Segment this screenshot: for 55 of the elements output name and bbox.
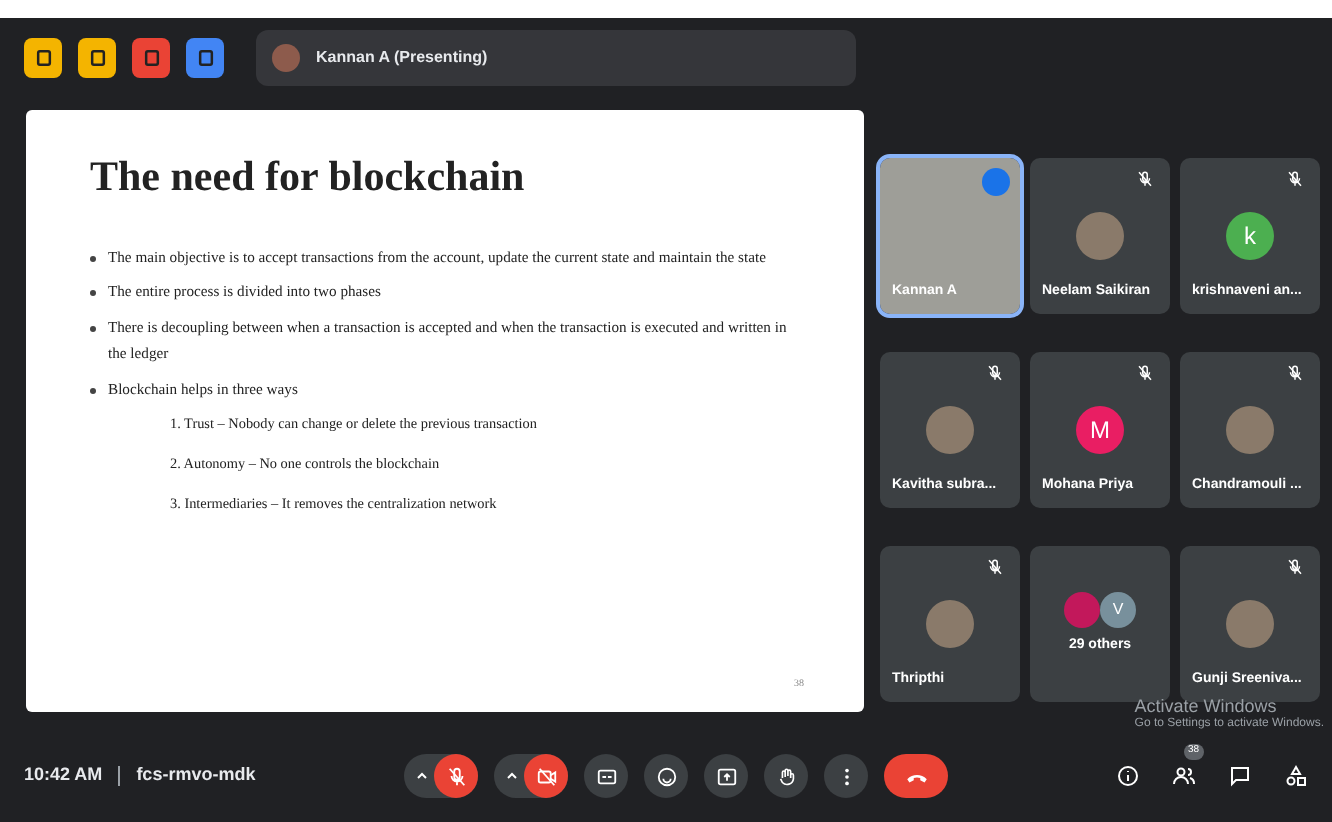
end-call-button[interactable] (884, 754, 948, 798)
muted-mic-icon (986, 558, 1004, 576)
bullet-icon (90, 255, 96, 261)
app-glyph-icon (141, 48, 161, 68)
photo-placeholder (926, 406, 974, 454)
avatar-circle (272, 44, 300, 72)
captions-button[interactable] (584, 754, 628, 798)
speaking-indicator-icon (982, 168, 1010, 196)
chat-icon[interactable] (1228, 763, 1252, 788)
muted-mic-icon (1286, 364, 1304, 382)
app-icon[interactable] (132, 38, 170, 78)
people-icon[interactable] (1172, 763, 1196, 788)
more-options-button[interactable] (824, 754, 868, 798)
photo-placeholder (1064, 591, 1100, 628)
presenter-name: Kannan A (Presenting) (316, 46, 488, 70)
muted-mic-icon (1136, 364, 1154, 382)
app-glyph-icon (195, 48, 215, 68)
photo-placeholder (1076, 212, 1124, 260)
muted-mic-icon (986, 364, 1004, 382)
microphone-icon (445, 765, 467, 787)
avatar-letter: k (1226, 212, 1274, 260)
slide-title: The need for blockchain (90, 150, 527, 204)
os-notice-title: Activate Windows (1134, 698, 1279, 717)
emoji-button[interactable] (644, 754, 688, 798)
photo-placeholder (926, 600, 974, 648)
muted-mic-icon (1136, 170, 1154, 188)
raise-hand-button[interactable] (764, 754, 808, 798)
bullet-icon (90, 290, 96, 297)
microphone-button[interactable] (434, 754, 478, 798)
clock-text: 10:42 AM (24, 762, 103, 789)
app-glyph-icon (87, 48, 107, 68)
present-button[interactable] (704, 754, 748, 798)
avatar-letter: M (1076, 406, 1124, 454)
app-glyph-icon (33, 48, 53, 68)
activities-icon[interactable] (1284, 763, 1308, 788)
meeting-code: fcs-rmvo-mdk (136, 762, 256, 789)
bullet-icon (90, 388, 96, 395)
emoji-icon (655, 765, 677, 787)
app-icon[interactable] (186, 38, 224, 78)
app-icon[interactable] (78, 38, 116, 78)
photo-placeholder (1226, 600, 1274, 648)
captions-icon (595, 765, 617, 787)
present-icon (715, 765, 737, 787)
info-icon[interactable] (1116, 763, 1140, 788)
camera-icon (535, 765, 557, 787)
caret-icon[interactable] (414, 768, 430, 784)
camera-button[interactable] (524, 754, 568, 798)
caret-icon[interactable] (504, 768, 520, 784)
muted-mic-icon (1286, 558, 1304, 576)
photo-placeholder (1226, 406, 1274, 454)
app-icon[interactable] (24, 38, 62, 78)
raise-hand-icon (775, 765, 797, 787)
bullet-icon (90, 326, 96, 333)
avatar-letter: V (1100, 591, 1136, 628)
muted-mic-icon (1286, 170, 1304, 188)
